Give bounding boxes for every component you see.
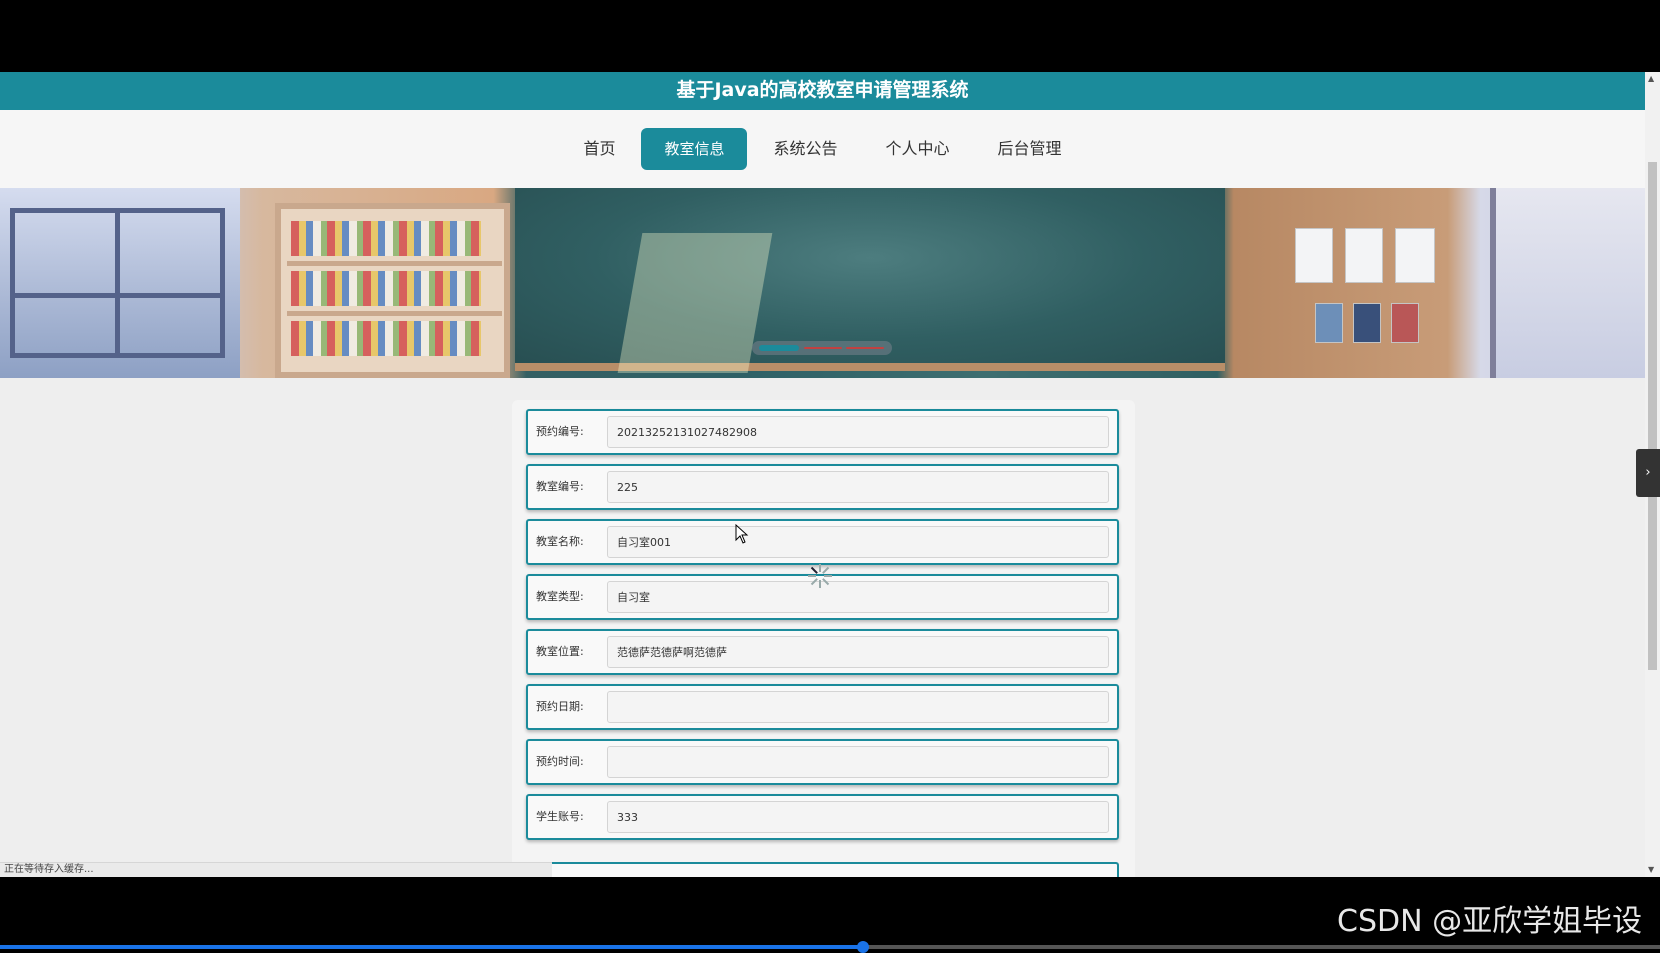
booking-time-input[interactable] bbox=[607, 746, 1109, 778]
banner-door-image bbox=[1490, 188, 1645, 378]
field-booking-time: 预约时间: bbox=[526, 739, 1119, 785]
video-progress-knob[interactable] bbox=[857, 941, 870, 953]
classroom-type-input[interactable] bbox=[607, 581, 1109, 613]
nav-item-announcements[interactable]: 系统公告 bbox=[751, 128, 859, 170]
classroom-location-input[interactable] bbox=[607, 636, 1109, 668]
video-letterbox-top bbox=[0, 0, 1660, 72]
scroll-up-arrow-icon[interactable]: ▲ bbox=[1648, 74, 1654, 83]
carousel-dot-2[interactable] bbox=[804, 347, 842, 349]
nav-item-admin[interactable]: 后台管理 bbox=[976, 128, 1084, 170]
field-label: 教室类型: bbox=[536, 590, 584, 603]
browser-viewport: 基于Java的高校教室申请管理系统 首页 教室信息 系统公告 个人中心 后台管理 bbox=[0, 72, 1660, 877]
field-label: 教室编号: bbox=[536, 480, 584, 493]
student-account-input[interactable] bbox=[607, 801, 1109, 833]
field-classroom-number: 教室编号: bbox=[526, 464, 1119, 510]
nav-item-home[interactable]: 首页 bbox=[561, 128, 637, 170]
loading-spinner-icon bbox=[808, 564, 832, 588]
browser-status-bar: 正在等待存入缓存... bbox=[0, 862, 552, 877]
field-booking-date: 预约日期: bbox=[526, 684, 1119, 730]
video-progress-bar[interactable] bbox=[0, 941, 1660, 953]
video-progress-fill bbox=[0, 945, 864, 949]
carousel-indicators bbox=[752, 341, 892, 355]
banner-carousel[interactable] bbox=[0, 188, 1645, 378]
field-classroom-location: 教室位置: bbox=[526, 629, 1119, 675]
mouse-cursor-icon bbox=[735, 524, 749, 544]
field-label: 预约时间: bbox=[536, 755, 584, 768]
scroll-down-arrow-icon[interactable]: ▼ bbox=[1648, 865, 1654, 874]
watermark-text: CSDN @亚欣学姐毕设 bbox=[1337, 904, 1643, 939]
scroll-thumb[interactable] bbox=[1648, 162, 1657, 670]
banner-bookshelf-image bbox=[275, 203, 510, 378]
page-title: 基于Java的高校教室申请管理系统 bbox=[0, 72, 1645, 110]
carousel-dot-1[interactable] bbox=[759, 345, 799, 351]
banner-light-image bbox=[617, 233, 773, 373]
main-nav: 首页 教室信息 系统公告 个人中心 后台管理 bbox=[0, 128, 1645, 170]
nav-item-classroom-info[interactable]: 教室信息 bbox=[641, 128, 748, 170]
booking-date-input[interactable] bbox=[607, 691, 1109, 723]
booking-detail-form: 预约编号: 教室编号: 教室名称: 教室类型: 教室位置: 预约日期: 预约时间… bbox=[512, 400, 1135, 877]
field-label: 教室位置: bbox=[536, 645, 584, 658]
booking-number-input[interactable] bbox=[607, 416, 1109, 448]
chevron-right-icon[interactable]: › bbox=[1636, 449, 1660, 497]
carousel-dot-3[interactable] bbox=[846, 347, 884, 349]
field-student-account: 学生账号: bbox=[526, 794, 1119, 840]
field-label: 学生账号: bbox=[536, 810, 584, 823]
field-label: 教室名称: bbox=[536, 535, 584, 548]
field-booking-number: 预约编号: bbox=[526, 409, 1119, 455]
field-label: 预约编号: bbox=[536, 425, 584, 438]
field-label: 预约日期: bbox=[536, 700, 584, 713]
nav-item-personal-center[interactable]: 个人中心 bbox=[864, 128, 972, 170]
classroom-name-input[interactable] bbox=[607, 526, 1109, 558]
banner-window-image bbox=[0, 188, 240, 378]
classroom-number-input[interactable] bbox=[607, 471, 1109, 503]
banner-posters-image bbox=[1285, 228, 1455, 348]
field-partial-next bbox=[526, 862, 1119, 877]
field-classroom-name: 教室名称: bbox=[526, 519, 1119, 565]
